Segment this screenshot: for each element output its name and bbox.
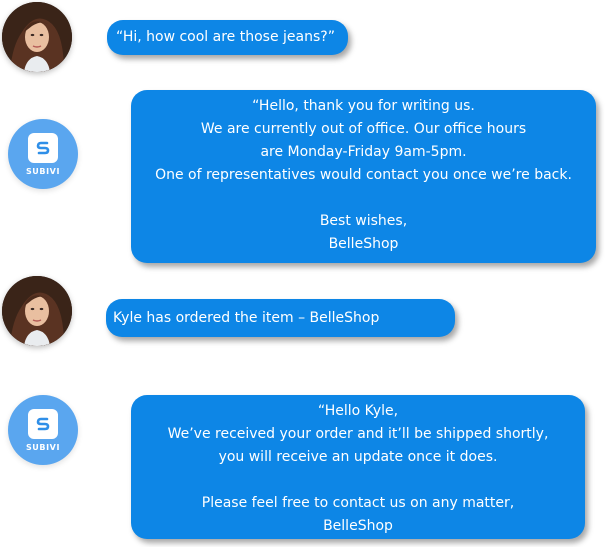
subivi-logo-icon <box>28 133 58 163</box>
message-line: BelleShop <box>328 236 399 252</box>
customer-message-bubble: Kyle has ordered the item – BelleShop <box>106 299 455 337</box>
message-text: “Hi, how cool are those jeans?” <box>116 29 335 45</box>
message-line: Best wishes, <box>319 213 408 229</box>
message-line: “Hello Kyle, <box>317 403 399 419</box>
woman-portrait-icon <box>2 2 72 72</box>
message-line: One of representatives would contact you… <box>155 167 572 183</box>
customer-message-bubble: “Hi, how cool are those jeans?” <box>107 20 348 55</box>
brand-reply-bubble: “Hello Kyle, We’ve received your order a… <box>131 395 585 539</box>
woman-portrait-icon <box>2 276 72 346</box>
message-line: We’ve received your order and it’ll be s… <box>167 426 549 442</box>
brand-avatar: SUBIVI <box>8 395 78 465</box>
message-line: you will receive an update once it does. <box>218 449 498 465</box>
message-line: BelleShop <box>323 518 393 534</box>
subivi-logo-icon <box>28 409 58 439</box>
user-avatar <box>2 276 72 346</box>
message-line: “Hello, thank you for writing us. <box>252 98 475 114</box>
brand-name-label: SUBIVI <box>25 443 61 452</box>
brand-name-label: SUBIVI <box>25 167 61 176</box>
brand-reply-bubble: “Hello, thank you for writing us. We are… <box>131 90 596 263</box>
brand-avatar: SUBIVI <box>8 119 78 189</box>
message-line: Please feel free to contact us on any ma… <box>201 495 515 511</box>
message-line <box>131 469 585 492</box>
message-line: are Monday-Friday 9am-5pm. <box>260 144 467 160</box>
message-text: Kyle has ordered the item – BelleShop <box>113 309 380 326</box>
message-line <box>131 187 596 210</box>
user-avatar <box>2 2 72 72</box>
message-line: We are currently out of office. Our offi… <box>200 121 527 137</box>
